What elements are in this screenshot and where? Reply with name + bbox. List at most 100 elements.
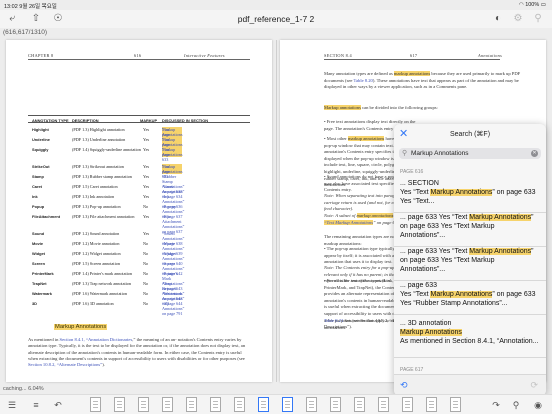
section-header: SECTION 8.4 <box>324 53 352 58</box>
search-result-item[interactable]: ... 3D annotation Markup Annotations As … <box>394 320 546 358</box>
markup-flag: No <box>143 251 149 256</box>
column-header: DESCRIPTION <box>72 118 99 123</box>
back-icon[interactable]: ↶ <box>52 399 64 411</box>
table-link[interactable]: Table 8.20 <box>354 78 373 83</box>
annotation-type: StrikeOut <box>32 164 50 169</box>
page-thumbnail[interactable] <box>378 397 389 412</box>
search-highlight: Markup Annotations <box>469 248 532 255</box>
markup-flag: Yes <box>143 174 150 179</box>
search-icon[interactable]: ⚲ <box>532 13 544 25</box>
result-page-label: PAGE 616 <box>400 169 424 175</box>
page-thumbnail[interactable] <box>402 397 413 412</box>
page-thumbnail[interactable] <box>162 397 173 412</box>
markup-flag: Yes <box>143 184 150 189</box>
pdf-page-left[interactable]: CHAPTER 8 616 Interactive Features ANNOT… <box>6 40 272 382</box>
table-row: 3D (PDF 1.6) 3D annotation No “3D Annotatio… <box>32 301 185 316</box>
status-battery: ◠ 100% ▭ <box>518 2 546 8</box>
dial-icon[interactable]: ◉ <box>532 399 544 411</box>
search-icon: ⚲ <box>402 150 408 157</box>
markup-flag: No <box>143 261 149 266</box>
close-icon[interactable]: ✕ <box>399 128 408 140</box>
share-icon[interactable]: ⇧ <box>30 13 42 25</box>
search-highlight: markup annotations <box>393 71 431 76</box>
annotation-type: Screen <box>32 261 45 266</box>
status-time: 13:02 9월 26일 목요일 <box>4 4 57 10</box>
page-thumbnail[interactable] <box>210 397 221 412</box>
markup-flag: Yes <box>143 127 150 132</box>
page-thumbnail[interactable] <box>90 397 101 412</box>
annotation-type: Underline <box>32 137 50 142</box>
body-paragraph: Many annotation types are defined as mar… <box>324 71 521 90</box>
page-thumbnail[interactable] <box>354 397 365 412</box>
coordinate-readout: (616,617/1310) <box>3 29 48 36</box>
table-row: FileAttachment (PDF 1.3) File attachment … <box>32 214 185 234</box>
page-number: 616 <box>134 53 142 58</box>
lines-icon[interactable]: ≡ <box>30 399 42 411</box>
search-highlight: Markup Annotations <box>469 214 532 221</box>
table-header: ANNOTATION TYPE DESCRIPTION MARKUP DISCU… <box>28 115 250 123</box>
page-thumbnail[interactable] <box>114 397 125 412</box>
gear-icon[interactable]: ⚙ <box>512 13 524 25</box>
table-row: Squiggly (PDF 1.4) Squiggly-underline ann… <box>32 147 183 162</box>
next-result-icon[interactable]: ⟳ <box>530 380 538 391</box>
table-row: Screen (PDF 1.5) Screen annotation No “Scre… <box>32 261 185 276</box>
annotation-type: Highlight <box>32 127 49 132</box>
header-rule <box>324 59 500 60</box>
list-icon[interactable]: ☰ <box>6 399 18 411</box>
search-input[interactable] <box>411 149 527 158</box>
table-row: Widget (PDF 1.2) Widget annotation No “Widg… <box>32 251 185 266</box>
markup-flag: Yes <box>143 194 150 199</box>
chapter-title: Annotations <box>478 53 503 58</box>
previous-result-icon[interactable]: ⟲ <box>400 380 408 391</box>
result-page-label: PAGE 617 <box>400 367 424 373</box>
search-result-item[interactable]: ... SECTION Yes “Text Markup Annotations… <box>394 180 546 213</box>
annotation-type: FileAttachment <box>32 214 61 219</box>
page-number: 617 <box>410 53 418 58</box>
markup-flag: No <box>143 281 149 286</box>
back-arrow-icon[interactable]: ⤶ <box>6 13 18 25</box>
search-result-item[interactable]: ... page 633 Yes “Text Markup Annotation… <box>394 214 546 247</box>
document-title[interactable]: pdf_reference_1-7 2 <box>238 14 315 24</box>
section-header: Interactive Features <box>184 53 225 58</box>
annotation-type: Sound <box>32 231 45 236</box>
page-thumbnail[interactable] <box>138 397 149 412</box>
contrast-icon[interactable]: ◐ <box>492 13 504 25</box>
search-result-item[interactable]: ... page 633 Yes “Text Markup Annotation… <box>394 248 546 281</box>
search-highlight: Markup Annotations <box>430 188 493 196</box>
table-row: Movie (PDF 1.2) Movie annotation No “Movie … <box>32 241 185 256</box>
search-highlight: markup annotations <box>347 136 385 141</box>
page-thumbnail[interactable] <box>306 397 317 412</box>
forward-icon[interactable]: ↷ <box>490 399 502 411</box>
page-thumbnail[interactable] <box>234 397 245 412</box>
section-link[interactable]: Section 10.8.2, “Alternate Descriptions” <box>28 362 102 367</box>
table-row: Highlight (PDF 1.3) Highlight annotation Y… <box>32 127 183 142</box>
markup-flag: No <box>143 204 149 209</box>
annotation-type: Widget <box>32 251 45 256</box>
annotation-type: Watermark <box>32 291 52 296</box>
markup-flag: Yes <box>143 137 150 142</box>
pdf-reader-app: 13:02 9월 26일 목요일 ◠ 100% ▭ ⤶ ⇧ ☉ pdf_refe… <box>0 0 552 414</box>
table-link[interactable]: Table 8.21 <box>324 318 343 323</box>
page-thumbnail[interactable] <box>282 397 293 412</box>
annotation-type: 3D <box>32 301 37 306</box>
caching-status: caching... 6.04% <box>3 386 44 392</box>
compass-icon[interactable]: ☉ <box>52 13 64 25</box>
markup-flag: No <box>143 271 149 276</box>
search-icon[interactable]: ⚲ <box>510 399 522 411</box>
page-thumbnail[interactable] <box>258 397 269 412</box>
status-bar: 13:02 9월 26일 목요일 ◠ 100% ▭ <box>0 0 552 10</box>
search-highlight: Markup Annotations <box>400 328 462 336</box>
section-link[interactable]: Section 8.4.1, “Annotation Dictionaries <box>60 337 133 342</box>
search-panel: ✕ Search (⌘F) ⚲ ✕ PAGE 616 ... SECTION Ye… <box>394 124 546 396</box>
page-thumbnail[interactable] <box>450 397 461 412</box>
search-result-item[interactable]: ... page 633 Yes “Text Markup Annotation… <box>394 282 546 315</box>
bottom-toolbar: ☰ ≡ ↶ ↷ ⚲ ◉ <box>0 394 552 414</box>
page-thumbnail[interactable] <box>186 397 197 412</box>
markup-flag: Yes <box>143 147 150 152</box>
search-highlight[interactable]: “Text Markup Annotations <box>324 219 374 225</box>
search-panel-footer: ⟲ ⟳ <box>394 374 546 396</box>
page-thumbnail[interactable] <box>426 397 437 412</box>
page-thumbnail[interactable] <box>330 397 341 412</box>
clear-icon[interactable]: ✕ <box>531 150 538 157</box>
table-row: PrinterMark (PDF 1.4) Printer's mark anno… <box>32 271 185 291</box>
